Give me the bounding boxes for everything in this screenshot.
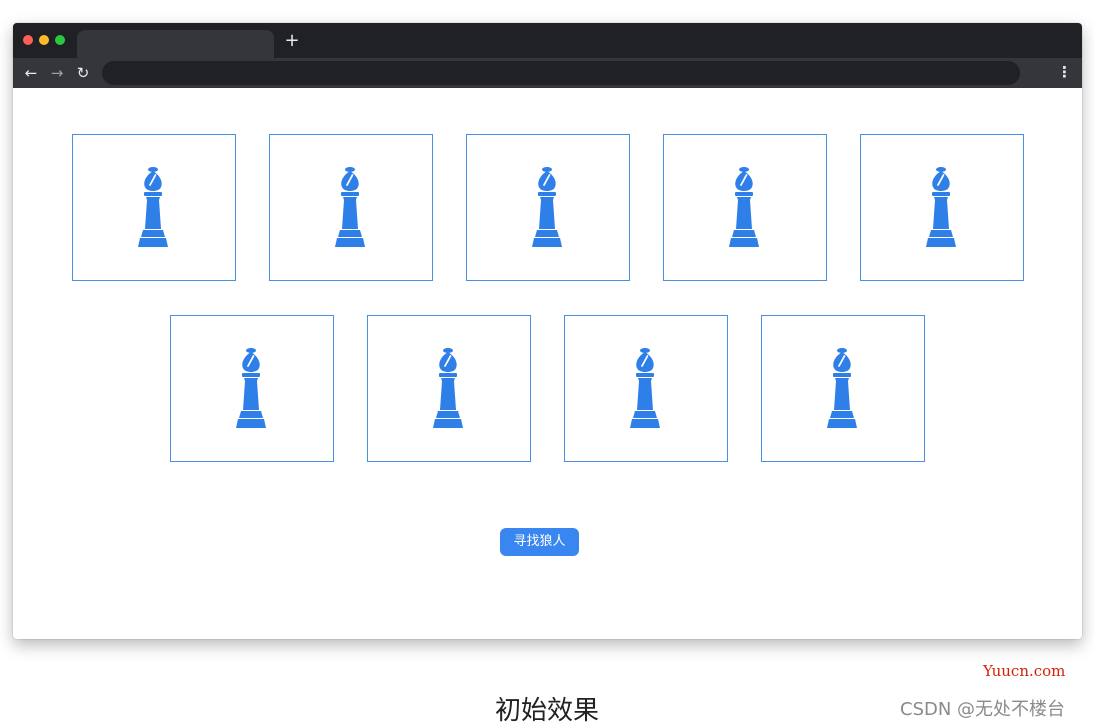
forward-arrow-icon[interactable]: →	[48, 63, 66, 83]
figure-caption: 初始效果	[495, 696, 600, 726]
address-bar[interactable]	[102, 61, 1020, 85]
site-watermark: Yuucn.com	[983, 662, 1066, 680]
back-arrow-icon[interactable]: ←	[22, 63, 40, 83]
card[interactable]	[269, 134, 433, 281]
tab-bar: +	[13, 23, 1082, 58]
card[interactable]	[860, 134, 1024, 281]
page-content: 寻找狼人	[13, 88, 1082, 639]
reload-icon[interactable]: ↻	[74, 63, 92, 83]
close-window-button[interactable]	[23, 35, 33, 45]
card[interactable]	[663, 134, 827, 281]
find-werewolf-button[interactable]: 寻找狼人	[500, 528, 579, 556]
maximize-window-button[interactable]	[55, 35, 65, 45]
card[interactable]	[72, 134, 236, 281]
card[interactable]	[466, 134, 630, 281]
card[interactable]	[564, 315, 728, 462]
card[interactable]	[761, 315, 925, 462]
browser-window: + ← → ↻ ⋮ 寻找狼人	[13, 23, 1082, 639]
active-tab[interactable]	[77, 30, 274, 58]
minimize-window-button[interactable]	[39, 35, 49, 45]
new-tab-button[interactable]: +	[284, 32, 300, 50]
more-menu-icon[interactable]: ⋮	[1057, 63, 1072, 83]
card[interactable]	[170, 315, 334, 462]
browser-toolbar: ← → ↻ ⋮	[13, 58, 1082, 88]
card[interactable]	[367, 315, 531, 462]
csdn-watermark: CSDN @无处不楼台	[900, 699, 1066, 720]
